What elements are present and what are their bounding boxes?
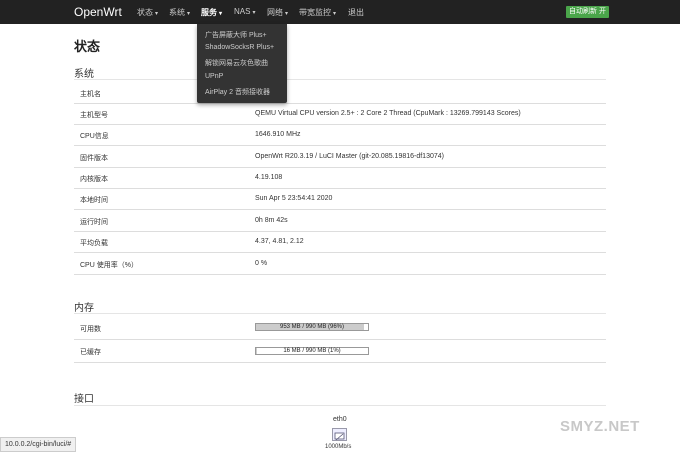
progress-text: 16 MB / 990 MB (1%) — [283, 348, 341, 354]
auto-refresh-toggle[interactable]: 自动刷新 开 — [566, 6, 609, 18]
nav-status[interactable]: 状态 ▾ — [137, 7, 158, 18]
system-section-title: 系统 — [74, 69, 94, 80]
row-value-uptime: 0h 8m 42s — [255, 217, 288, 224]
row-label-local-time: 本地时间 — [80, 197, 108, 204]
chevron-down-icon: ▾ — [219, 11, 223, 17]
row-value-model: QEMU Virtual CPU version 2.5+ : 2 Core 2… — [255, 110, 521, 117]
top-navbar: OpenWrt 状态 ▾ 系统 ▾ 服务 ▾ NAS ▾ 网络 ▾ 带宽监控 ▾ 退出 自动… — [0, 0, 680, 24]
chevron-down-icon: ▾ — [187, 11, 191, 17]
row-divider — [74, 274, 606, 275]
divider — [74, 405, 606, 406]
row-label-mem-cached: 已缓存 — [80, 349, 101, 356]
menu-item-upnp[interactable]: UPnP — [205, 73, 223, 80]
row-divider — [74, 145, 606, 146]
menu-item-unblock-netease[interactable]: 解锁网易云灰色歌曲 — [205, 58, 268, 68]
row-label-cpu-info: CPU信息 — [80, 133, 109, 140]
row-label-kernel: 内核版本 — [80, 176, 108, 183]
page-title: 状态 — [74, 39, 101, 54]
progress-text: 953 MB / 990 MB (96%) — [279, 324, 345, 330]
chevron-down-icon: ▾ — [252, 10, 256, 16]
row-label-load-avg: 平均负载 — [80, 240, 108, 247]
row-label-model: 主机型号 — [80, 112, 108, 119]
row-value-local-time: Sun Apr 5 23:54:41 2020 — [255, 195, 333, 202]
menu-item-adblock[interactable]: 广告屏蔽大师 Plus+ — [205, 30, 267, 40]
progress-bar-mem-cached: 16 MB / 990 MB (1%) — [255, 347, 369, 355]
row-divider — [74, 103, 606, 104]
nav-services[interactable]: 服务 ▾ — [201, 7, 222, 18]
row-label-mem-free: 可用数 — [80, 326, 101, 333]
row-value-kernel: 4.19.108 — [255, 174, 283, 181]
nav-logout[interactable]: 退出 — [348, 7, 364, 18]
nav-nas[interactable]: NAS ▾ — [234, 7, 255, 16]
row-divider — [74, 252, 606, 253]
divider — [74, 313, 606, 314]
row-label-cpu-usage: CPU 使用率（%） — [80, 262, 138, 269]
interface-speed: 1000Mb/s — [325, 444, 352, 450]
ethernet-port-icon[interactable] — [332, 428, 347, 441]
row-label-hostname: 主机名 — [80, 91, 101, 98]
interface-name: eth0 — [333, 416, 347, 423]
chevron-down-icon: ▾ — [333, 11, 337, 17]
divider — [74, 79, 606, 80]
chevron-down-icon: ▾ — [155, 11, 159, 17]
interfaces-section-title: 接口 — [74, 394, 94, 405]
row-value-firmware: OpenWrt R20.3.19 / LuCI Master (git-20.0… — [255, 153, 444, 160]
row-divider — [74, 362, 606, 363]
nav-bandwidth-monitor[interactable]: 带宽监控 ▾ — [299, 7, 336, 18]
row-divider — [74, 188, 606, 189]
watermark: SMYZ.NET — [560, 418, 640, 435]
row-value-cpu-usage: 0 % — [255, 260, 268, 267]
row-label-firmware: 固件版本 — [80, 155, 108, 162]
progress-bar-mem-free: 953 MB / 990 MB (96%) — [255, 323, 369, 331]
row-label-uptime: 运行时间 — [80, 219, 108, 226]
nav-system[interactable]: 系统 ▾ — [169, 7, 190, 18]
row-value-cpu-info: 1646.910 MHz — [255, 131, 301, 138]
row-divider — [74, 209, 606, 210]
row-divider — [74, 339, 606, 340]
menu-item-airplay2[interactable]: AirPlay 2 音频接收器 — [205, 87, 270, 97]
memory-section-title: 内存 — [74, 303, 94, 314]
chevron-down-icon: ▾ — [285, 11, 289, 17]
row-divider — [74, 124, 606, 125]
row-divider — [74, 231, 606, 232]
row-value-load-avg: 4.37, 4.81, 2.12 — [255, 238, 304, 245]
menu-item-shadowsocksr[interactable]: ShadowSocksR Plus+ — [205, 44, 274, 51]
row-divider — [74, 167, 606, 168]
services-dropdown-menu: 广告屏蔽大师 Plus+ ShadowSocksR Plus+ 解锁网易云灰色歌… — [197, 24, 287, 103]
brand-logo[interactable]: OpenWrt — [74, 5, 122, 19]
nav-network[interactable]: 网络 ▾ — [267, 7, 288, 18]
